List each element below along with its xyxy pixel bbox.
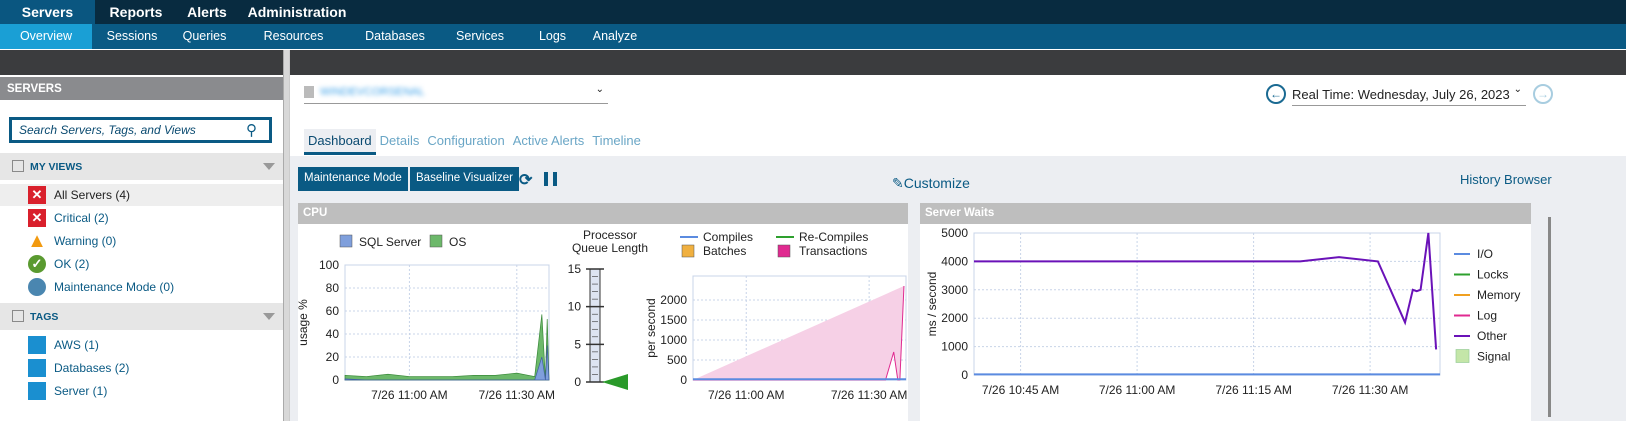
- legend-transactions: Transactions: [799, 244, 867, 258]
- y-tick-label: 3000: [941, 283, 968, 297]
- y-tick-label: 2000: [660, 293, 687, 307]
- x-tick-label: 7/26 11:30 AM: [1332, 383, 1409, 397]
- gauge-pointer: [602, 374, 628, 390]
- gauge-tick-label: 5: [574, 337, 581, 351]
- x-tick-label: 7/26 11:00 AM: [371, 388, 448, 402]
- legend-swatch: [1455, 349, 1470, 363]
- y-tick-label: 5000: [941, 226, 968, 240]
- legend-batches: Batches: [703, 244, 746, 258]
- y-axis-label: ms / second: [925, 272, 939, 337]
- gauge-bar: [589, 268, 601, 383]
- y-tick-label: 20: [326, 350, 340, 364]
- legend-swatch: [777, 244, 791, 258]
- gauge-tick-label: 0: [574, 375, 581, 389]
- y-tick-label: 4000: [941, 254, 968, 268]
- legend-other: Other: [1477, 329, 1507, 343]
- legend-compiles: Compiles: [703, 230, 753, 244]
- legend-locks: Locks: [1477, 268, 1508, 282]
- y-tick-label: 500: [667, 353, 687, 367]
- x-tick-label: 7/26 11:00 AM: [708, 388, 785, 402]
- legend-os: OS: [449, 235, 466, 249]
- gauge-tick-label: 15: [568, 262, 582, 276]
- y-axis-label: usage %: [296, 299, 310, 346]
- y-tick-label: 1000: [941, 340, 968, 354]
- legend-memory: Memory: [1477, 288, 1520, 302]
- legend-sql-server: SQL Server: [359, 235, 421, 249]
- y-tick-label: 40: [326, 327, 340, 341]
- legend-log: Log: [1477, 309, 1497, 323]
- y-tick-label: 60: [326, 304, 340, 318]
- legend-swatch: [681, 244, 695, 258]
- legend-io: I/O: [1477, 247, 1493, 261]
- x-tick-label: 7/26 11:00 AM: [1099, 383, 1176, 397]
- y-tick-label: 1000: [660, 333, 687, 347]
- y-tick-label: 0: [961, 368, 968, 382]
- legend-sql-server-swatch: [339, 234, 353, 248]
- x-tick-label: 7/26 11:30 AM: [479, 388, 556, 402]
- y-tick-label: 0: [332, 373, 339, 387]
- x-tick-label: 7/26 11:30 AM: [831, 388, 908, 402]
- charts-layer: 0204060801007/26 11:00 AM 7/26 11:30 AMus…: [296, 226, 1520, 402]
- gauge-tick-label: 10: [568, 300, 582, 314]
- y-tick-label: 80: [326, 281, 340, 295]
- plot-area: [344, 264, 550, 381]
- x-tick-label: 7/26 11:15 AM: [1215, 383, 1292, 397]
- y-tick-label: 2000: [941, 311, 968, 325]
- y-tick-label: 100: [319, 258, 339, 272]
- y-tick-label: 1500: [660, 313, 687, 327]
- gauge-title-2: Queue Length: [572, 241, 648, 255]
- legend-re-compiles: Re-Compiles: [799, 230, 868, 244]
- x-tick-label: 7/26 10:45 AM: [982, 383, 1059, 397]
- legend-signal: Signal: [1477, 350, 1510, 364]
- y-axis-label: per second: [644, 298, 658, 357]
- gauge-title: Processor: [583, 228, 637, 242]
- y-tick-label: 0: [680, 373, 687, 387]
- legend-os-swatch: [429, 234, 443, 248]
